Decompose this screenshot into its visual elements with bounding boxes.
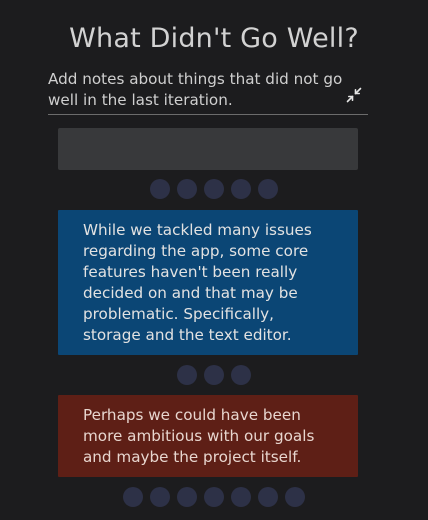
collapse-arrows-icon	[346, 87, 362, 103]
vote-dot[interactable]	[258, 487, 278, 507]
new-item-input[interactable]	[58, 128, 358, 170]
retro-card[interactable]: Perhaps we could have been more ambitiou…	[58, 395, 358, 477]
collapse-notes-button[interactable]	[346, 87, 362, 103]
vote-dot[interactable]	[285, 487, 305, 507]
notes-field[interactable]: Add notes about things that did not go w…	[48, 67, 368, 115]
notes-text[interactable]: Add notes about things that did not go w…	[48, 69, 344, 111]
vote-dot[interactable]	[177, 487, 197, 507]
vote-dot[interactable]	[150, 487, 170, 507]
vote-dots-card-2	[0, 487, 428, 507]
vote-dot[interactable]	[204, 179, 224, 199]
retro-card[interactable]: While we tackled many issues regarding t…	[58, 210, 358, 355]
vote-dot[interactable]	[258, 179, 278, 199]
vote-dot[interactable]	[231, 365, 251, 385]
vote-dot[interactable]	[231, 487, 251, 507]
vote-dot[interactable]	[204, 365, 224, 385]
vote-dot[interactable]	[150, 179, 170, 199]
section-title: What Didn't Go Well?	[69, 23, 359, 54]
vote-dots-new-item	[0, 179, 428, 199]
vote-dot[interactable]	[204, 487, 224, 507]
vote-dot[interactable]	[123, 487, 143, 507]
vote-dot[interactable]	[177, 179, 197, 199]
vote-dot[interactable]	[231, 179, 251, 199]
vote-dots-card-1	[0, 365, 428, 385]
vote-dot[interactable]	[177, 365, 197, 385]
